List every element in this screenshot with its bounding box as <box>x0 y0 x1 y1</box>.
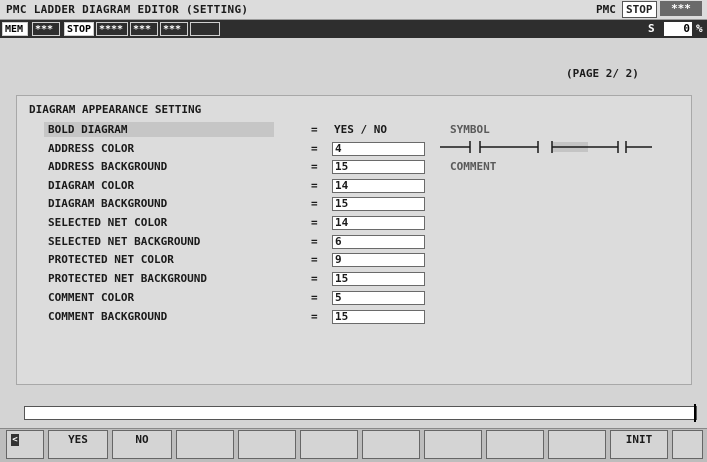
selected-net-background-field[interactable]: 6 <box>332 235 425 249</box>
diagram-color-field[interactable]: 14 <box>332 179 425 193</box>
address-background-field[interactable]: 15 <box>332 160 425 174</box>
diagram-background-eq: = <box>311 197 318 210</box>
selected-net-color-field[interactable]: 14 <box>332 216 425 230</box>
page-indicator: (PAGE 2/ 2) <box>566 67 639 80</box>
selected-net-color-eq: = <box>311 216 318 229</box>
softkey-4[interactable] <box>238 430 296 459</box>
comment-preview-label: COMMENT <box>450 160 497 173</box>
softkey-6[interactable] <box>362 430 420 459</box>
softkey-yes[interactable]: YES <box>48 430 108 459</box>
protected-net-color-eq: = <box>311 253 318 266</box>
softkey-8[interactable] <box>486 430 544 459</box>
softkey-next[interactable] <box>672 430 703 459</box>
softkey-9[interactable] <box>548 430 606 459</box>
address-background-eq: = <box>311 160 318 173</box>
protected-net-color-field[interactable]: 9 <box>332 253 425 267</box>
selected-net-background-label: SELECTED NET BACKGROUND <box>48 235 201 248</box>
softkey-no[interactable]: NO <box>112 430 172 459</box>
bold-diagram-toggle[interactable]: YES / NO <box>334 123 387 137</box>
selected-net-background-eq: = <box>311 235 318 248</box>
bold-diagram-eq: = <box>311 123 318 136</box>
pmc-label: PMC <box>596 3 616 16</box>
comment-background-eq: = <box>311 310 318 323</box>
protected-net-background-field[interactable]: 15 <box>332 272 425 286</box>
protected-net-background-eq: = <box>311 272 318 285</box>
spindle-value: 0 <box>664 22 692 36</box>
mode-indicator: MEM <box>2 22 28 36</box>
status-cell-4: **** <box>96 22 128 36</box>
ladder-symbol-preview <box>440 141 652 153</box>
spindle-unit: % <box>696 22 703 35</box>
softkey-3[interactable] <box>176 430 234 459</box>
comment-color-field[interactable]: 5 <box>332 291 425 305</box>
diagram-background-field[interactable]: 15 <box>332 197 425 211</box>
status-cell-5: *** <box>130 22 158 36</box>
softkey-5[interactable] <box>300 430 358 459</box>
key-input-line[interactable] <box>24 406 697 420</box>
protected-net-background-label: PROTECTED NET BACKGROUND <box>48 272 207 285</box>
status-bar: MEM *** STOP **** *** *** S 0 % <box>0 20 707 38</box>
comment-background-field[interactable]: 15 <box>332 310 425 324</box>
address-color-label: ADDRESS COLOR <box>48 142 135 155</box>
status-cell-2: *** <box>32 22 60 36</box>
diagram-background-label: DIAGRAM BACKGROUND <box>48 197 168 210</box>
app-title: PMC LADDER DIAGRAM EDITOR (SETTING) <box>6 3 249 16</box>
selected-net-color-label: SELECTED NET COLOR <box>48 216 168 229</box>
symbol-preview-label: SYMBOL <box>450 123 490 136</box>
status-cell-6: *** <box>160 22 188 36</box>
left-arrow-icon: < <box>11 434 19 446</box>
input-cursor <box>694 404 696 422</box>
diagram-color-label: DIAGRAM COLOR <box>48 179 135 192</box>
comment-background-label: COMMENT BACKGROUND <box>48 310 168 323</box>
diagram-color-eq: = <box>311 179 318 192</box>
comment-color-eq: = <box>311 291 318 304</box>
run-state-indicator: STOP <box>64 22 94 36</box>
softkey-7[interactable] <box>424 430 482 459</box>
spindle-label: S <box>648 22 655 35</box>
softkey-init[interactable]: INIT <box>610 430 668 459</box>
address-color-eq: = <box>311 142 318 155</box>
bold-diagram-label: BOLD DIAGRAM <box>48 123 128 136</box>
pmc-state-badge: STOP <box>622 1 657 18</box>
status-cell-7 <box>190 22 220 36</box>
address-color-field[interactable]: 4 <box>332 142 425 156</box>
softkey-return-button[interactable]: < <box>6 430 44 459</box>
protected-net-color-label: PROTECTED NET COLOR <box>48 253 174 266</box>
pmc-extra-badge: *** <box>660 1 702 16</box>
section-title: DIAGRAM APPEARANCE SETTING <box>29 103 202 116</box>
address-background-label: ADDRESS BACKGROUND <box>48 160 168 173</box>
comment-color-label: COMMENT COLOR <box>48 291 135 304</box>
